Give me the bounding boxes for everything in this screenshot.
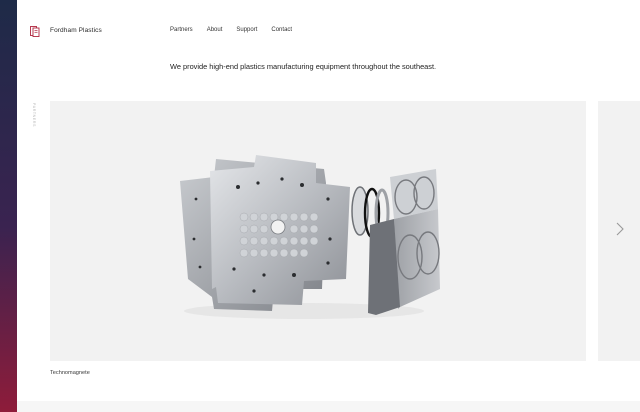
section-side-label: PARTNERS <box>30 100 38 130</box>
chevron-right-icon[interactable] <box>614 221 626 237</box>
nav-link-support[interactable]: Support <box>236 27 257 33</box>
nav-link-partners[interactable]: Partners <box>170 27 193 33</box>
nav-link-contact[interactable]: Contact <box>271 27 292 33</box>
section-side-label-text: PARTNERS <box>32 102 36 128</box>
next-section-edge <box>17 401 640 412</box>
carousel-slide[interactable] <box>50 101 586 361</box>
mold-plates-exploded-view-image <box>180 155 440 319</box>
nav-link-about[interactable]: About <box>207 27 223 33</box>
hero-tagline: We provide high-end plastics manufacturi… <box>170 62 437 71</box>
slide-caption: Technomagnete <box>50 370 90 376</box>
brand-name[interactable]: Fordham Plastics <box>50 27 102 34</box>
brand-accent-bar <box>0 0 17 412</box>
stacked-plates-logo-icon[interactable] <box>30 26 40 37</box>
main-nav: Partners About Support Contact <box>170 27 306 33</box>
